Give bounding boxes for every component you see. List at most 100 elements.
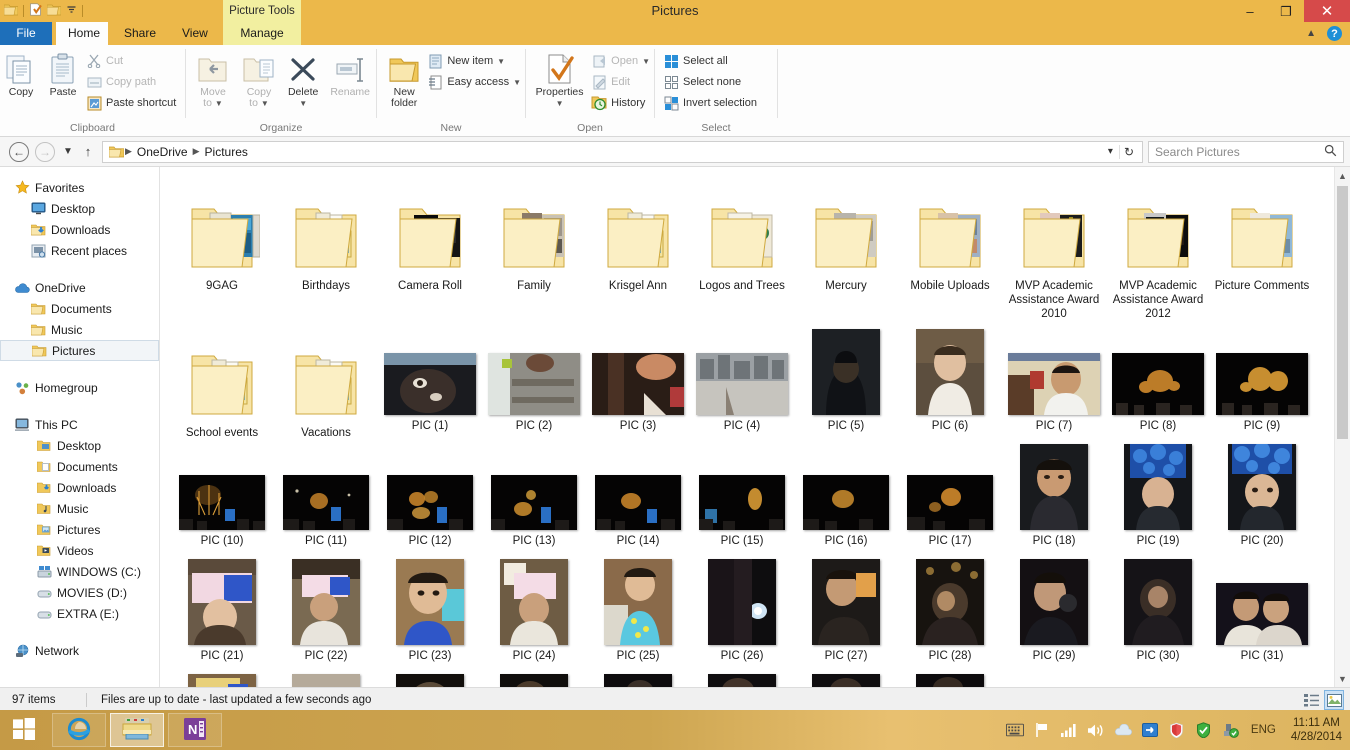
list-item[interactable]: PIC (19) xyxy=(1106,440,1210,555)
collapse-ribbon-icon[interactable]: ▲ xyxy=(1306,28,1316,39)
list-item-partial[interactable] xyxy=(898,670,1002,687)
sidebar-item-windows-c[interactable]: WINDOWS (C:) xyxy=(0,561,159,582)
move-to-button[interactable]: Move to ▼ xyxy=(190,49,236,109)
list-item[interactable]: PIC (15) xyxy=(690,440,794,555)
list-item[interactable]: Picture Comments xyxy=(1210,175,1314,325)
taskbar-onenote[interactable]: N xyxy=(168,713,222,747)
easy-access-button[interactable]: Easy access ▼ xyxy=(425,72,525,92)
list-item-partial[interactable] xyxy=(690,670,794,687)
sidebar-item-onedrive-documents[interactable]: Documents xyxy=(0,298,159,319)
list-item[interactable]: PIC (30) xyxy=(1106,555,1210,670)
list-item[interactable]: Birthdays xyxy=(274,175,378,325)
antivirus-icon[interactable] xyxy=(1195,721,1213,739)
up-button[interactable]: ↑ xyxy=(78,139,98,165)
list-item[interactable]: PIC (5) xyxy=(794,325,898,440)
volume-icon[interactable] xyxy=(1087,721,1105,739)
list-item-partial[interactable] xyxy=(586,670,690,687)
breadcrumb-item-pictures[interactable]: Pictures xyxy=(201,145,252,159)
security-shield-icon[interactable] xyxy=(1168,721,1186,739)
new-folder-button[interactable]: New folder xyxy=(383,49,425,109)
sidebar-item-movies-d[interactable]: MOVIES (D:) xyxy=(0,582,159,603)
list-item-partial[interactable] xyxy=(794,670,898,687)
tab-home[interactable]: Home xyxy=(56,22,108,45)
sidebar-item-downloads[interactable]: Downloads xyxy=(0,219,159,240)
paste-button[interactable]: Paste xyxy=(42,49,84,98)
list-item[interactable]: PIC (16) xyxy=(794,440,898,555)
open-button[interactable]: Open ▼ xyxy=(589,51,654,71)
list-item[interactable]: PIC (28) xyxy=(898,555,1002,670)
sidebar-item-onedrive-pictures[interactable]: Pictures xyxy=(0,340,159,361)
nav-header-homegroup[interactable]: Homegroup xyxy=(0,377,159,398)
invert-selection-button[interactable]: Invert selection xyxy=(661,93,761,113)
list-item[interactable]: Mobile Uploads xyxy=(898,175,1002,325)
list-item[interactable]: PIC (1) xyxy=(378,325,482,440)
list-item[interactable]: PIC (14) xyxy=(586,440,690,555)
sidebar-item-pc-videos[interactable]: Videos xyxy=(0,540,159,561)
list-item[interactable]: Family xyxy=(482,175,586,325)
list-item[interactable]: School events xyxy=(170,325,274,440)
list-item[interactable]: PIC (22) xyxy=(274,555,378,670)
list-item[interactable]: PIC (23) xyxy=(378,555,482,670)
help-icon[interactable]: ? xyxy=(1327,26,1342,41)
language-indicator[interactable]: ENG xyxy=(1249,724,1278,736)
close-button[interactable]: ✕ xyxy=(1304,0,1350,22)
select-none-button[interactable]: Select none xyxy=(661,72,761,92)
list-item[interactable]: PIC (29) xyxy=(1002,555,1106,670)
list-item[interactable]: PIC (18) xyxy=(1002,440,1106,555)
breadcrumb-separator[interactable]: ▶ xyxy=(192,146,201,157)
list-item[interactable]: PIC (10) xyxy=(170,440,274,555)
nav-header-network[interactable]: Network xyxy=(0,640,159,661)
sidebar-item-pc-desktop[interactable]: Desktop xyxy=(0,435,159,456)
list-item-partial[interactable] xyxy=(378,670,482,687)
list-item[interactable]: PIC (20) xyxy=(1210,440,1314,555)
list-item[interactable]: PIC (24) xyxy=(482,555,586,670)
update-icon[interactable] xyxy=(1222,721,1240,739)
taskbar-internet-explorer[interactable] xyxy=(52,713,106,747)
forward-button[interactable]: → xyxy=(32,139,58,165)
sidebar-item-pc-pictures[interactable]: Pictures xyxy=(0,519,159,540)
keyboard-icon[interactable] xyxy=(1005,721,1024,739)
sidebar-item-pc-documents[interactable]: Documents xyxy=(0,456,159,477)
list-item-partial[interactable] xyxy=(274,670,378,687)
large-icons-view-button[interactable] xyxy=(1324,690,1344,710)
delete-button[interactable]: Delete ▼ xyxy=(282,49,324,109)
details-view-button[interactable] xyxy=(1301,690,1321,710)
list-item[interactable]: PIC (17) xyxy=(898,440,1002,555)
rename-button[interactable]: Rename xyxy=(324,49,376,98)
list-item[interactable]: PIC (13) xyxy=(482,440,586,555)
edit-button[interactable]: Edit xyxy=(589,72,654,92)
network-signal-icon[interactable] xyxy=(1060,721,1078,739)
list-item[interactable]: Vacations xyxy=(274,325,378,440)
list-item[interactable]: PIC (7) xyxy=(1002,325,1106,440)
list-item[interactable]: PIC (2) xyxy=(482,325,586,440)
breadcrumb-item-onedrive[interactable]: OneDrive xyxy=(133,145,192,159)
sidebar-item-pc-downloads[interactable]: Downloads xyxy=(0,477,159,498)
list-item-partial[interactable] xyxy=(482,670,586,687)
search-box[interactable]: Search Pictures xyxy=(1148,140,1344,163)
tab-share[interactable]: Share xyxy=(112,22,166,45)
sync-icon[interactable] xyxy=(1141,721,1159,739)
scroll-up-button[interactable]: ▲ xyxy=(1335,167,1350,184)
tab-manage[interactable]: Manage xyxy=(223,22,301,45)
breadcrumb[interactable]: ▶ OneDrive ▶ Pictures ▾ ↻ xyxy=(102,140,1143,163)
list-item[interactable]: PIC (9) xyxy=(1210,325,1314,440)
list-item[interactable]: PIC (12) xyxy=(378,440,482,555)
recent-locations-button[interactable]: ▼ xyxy=(58,139,78,165)
list-item[interactable]: PIC (21) xyxy=(170,555,274,670)
list-item[interactable]: PIC (25) xyxy=(586,555,690,670)
taskbar-file-explorer[interactable] xyxy=(110,713,164,747)
list-item[interactable]: PIC (6) xyxy=(898,325,1002,440)
back-button[interactable]: ← xyxy=(6,139,32,165)
copy-path-button[interactable]: Copy path xyxy=(84,72,180,92)
nav-header-onedrive[interactable]: OneDrive xyxy=(0,277,159,298)
file-list-pane[interactable]: 9GAG Birthdays Camera Roll Family Krisge… xyxy=(160,167,1350,687)
list-item[interactable]: PIC (26) xyxy=(690,555,794,670)
breadcrumb-separator[interactable]: ▶ xyxy=(124,146,133,157)
scrollbar-thumb[interactable] xyxy=(1337,186,1348,439)
cut-button[interactable]: Cut xyxy=(84,51,180,71)
list-item[interactable]: PIC (31) xyxy=(1210,555,1314,670)
list-item[interactable]: PIC (27) xyxy=(794,555,898,670)
nav-header-this-pc[interactable]: This PC xyxy=(0,414,159,435)
list-item[interactable]: Camera Roll xyxy=(378,175,482,325)
search-input[interactable]: Search Pictures xyxy=(1155,145,1324,159)
